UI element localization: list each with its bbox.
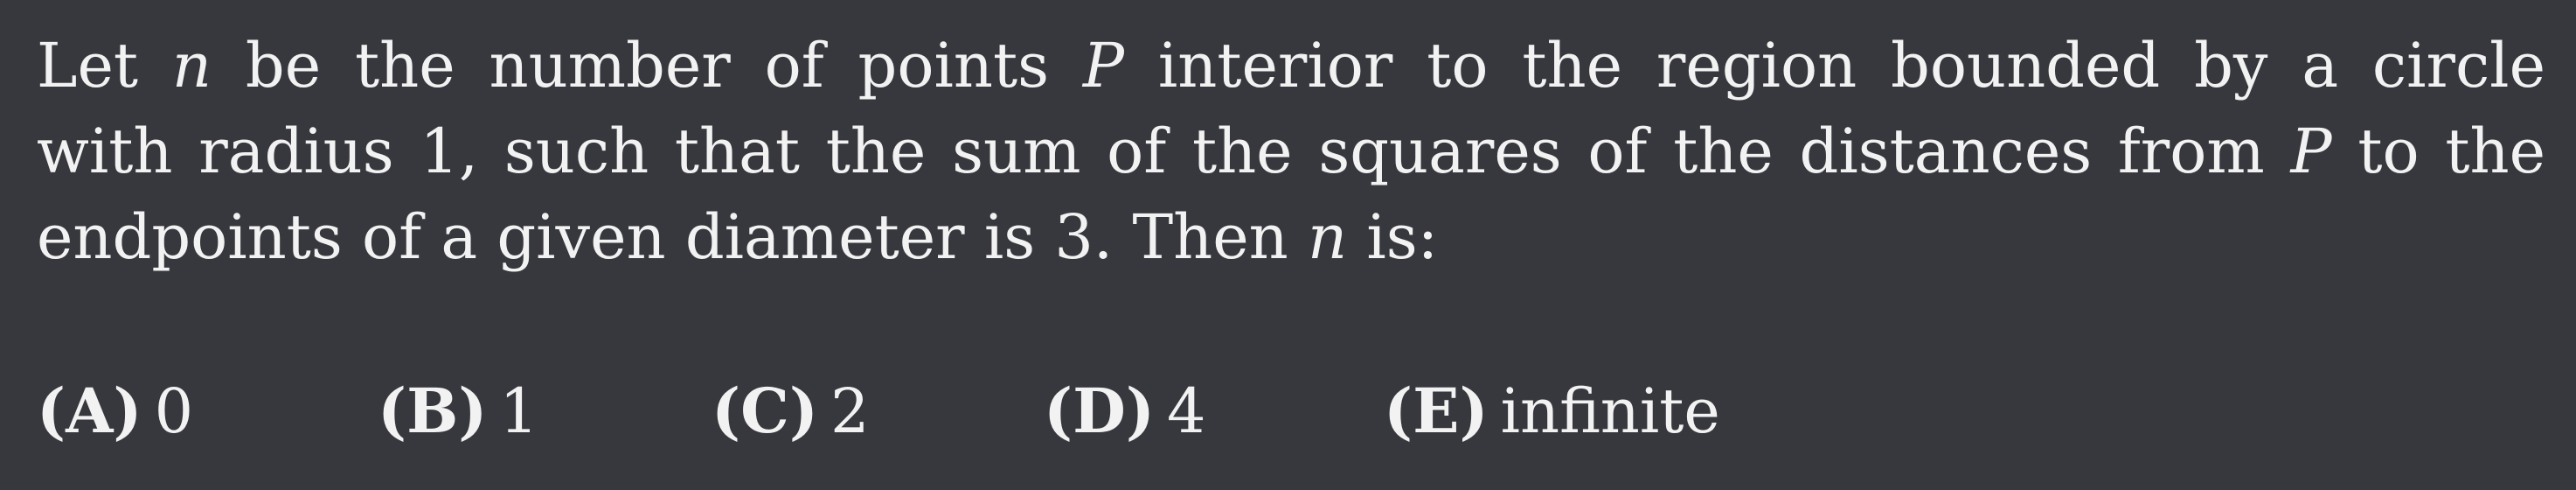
- choice-value: 2: [830, 375, 870, 447]
- problem-text: to the: [2331, 116, 2545, 187]
- choice-label: (B): [378, 374, 488, 447]
- problem-line-1: Let n be the number of points P interior…: [37, 23, 2545, 108]
- problem-text: endpoints of a given diameter is 3. Then: [37, 201, 1308, 273]
- choice-label: (C): [712, 374, 818, 447]
- choice-label: (A): [37, 374, 142, 447]
- choice-c[interactable]: (C) 2: [712, 368, 870, 455]
- problem-statement: Let n be the number of points P interior…: [37, 23, 2545, 280]
- problem-line-3: endpoints of a given diameter is 3. Then…: [37, 194, 2545, 280]
- problem-line-2: with radius 1, such that the sum of the …: [37, 108, 2545, 194]
- problem-text: interior to the region bounded by a circ…: [1124, 30, 2545, 102]
- page: { "problem": { "line1": { "before_n": "L…: [0, 0, 2576, 490]
- problem-text: with radius 1, such that the sum of the …: [37, 116, 2291, 187]
- choice-value: 1: [499, 375, 538, 447]
- choice-value: 0: [154, 375, 194, 447]
- problem-text: is:: [1347, 201, 1439, 273]
- problem-text: be the number of points: [212, 30, 1083, 102]
- choice-e[interactable]: (E) infinite: [1384, 368, 1720, 455]
- choice-value: 4: [1166, 375, 1206, 447]
- variable-p: P: [2290, 116, 2332, 187]
- variable-n: n: [171, 30, 212, 102]
- choice-d[interactable]: (D) 4: [1044, 368, 1206, 455]
- choice-value: infinite: [1500, 375, 1720, 447]
- choice-a[interactable]: (A) 0: [37, 368, 193, 455]
- choice-label: (E): [1384, 374, 1489, 447]
- variable-p: P: [1082, 30, 1124, 102]
- choice-b[interactable]: (B) 1: [378, 368, 538, 455]
- variable-n: n: [1307, 201, 1348, 273]
- choice-label: (D): [1044, 374, 1155, 447]
- problem-text: Let: [37, 30, 172, 102]
